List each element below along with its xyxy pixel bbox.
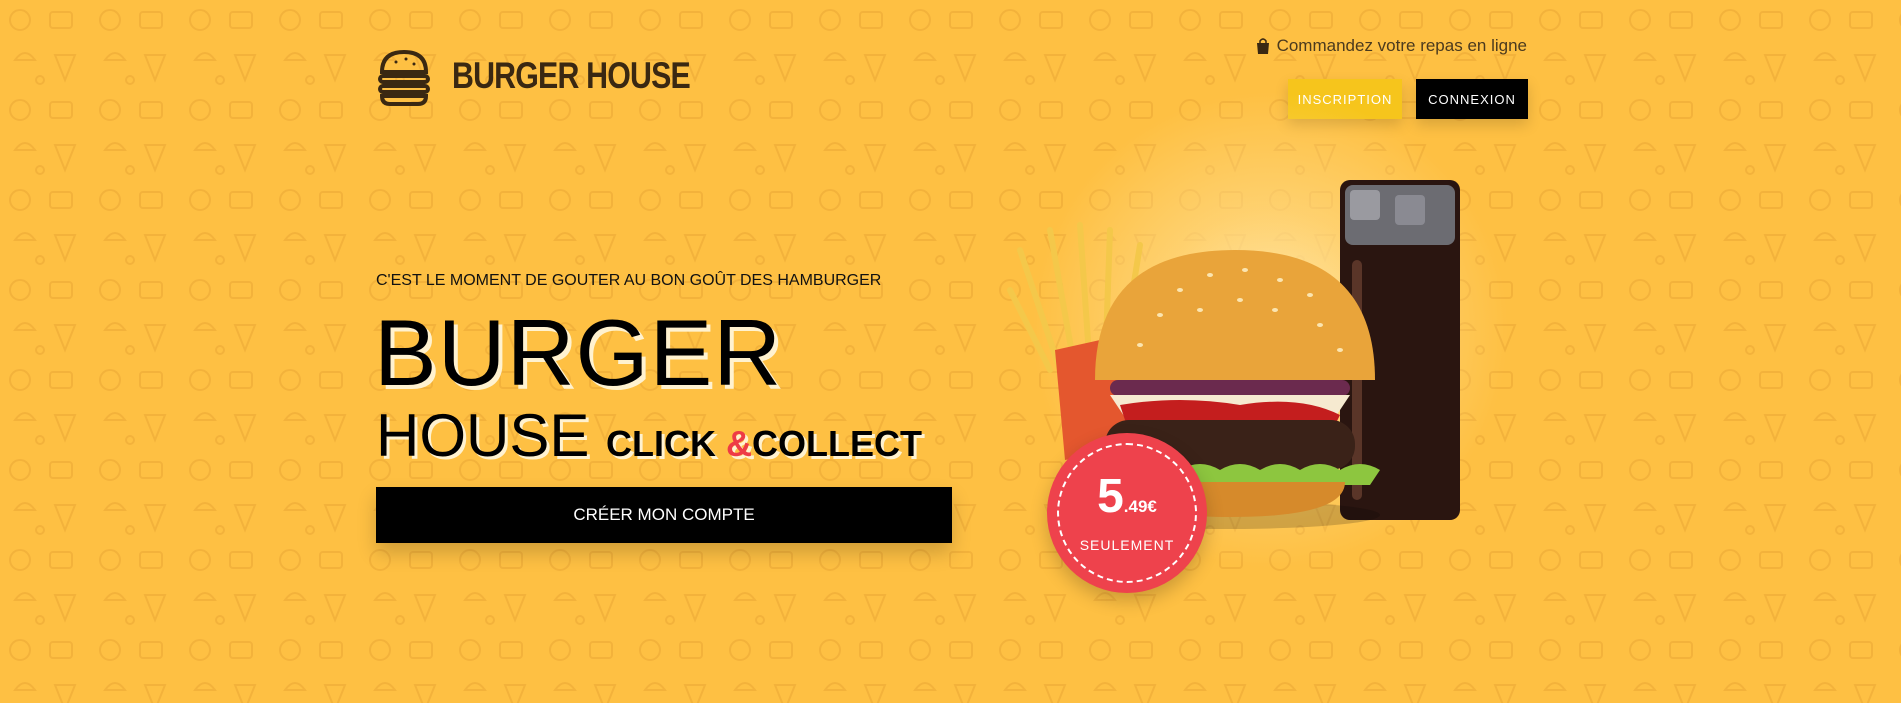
- shopping-bag-icon: [1256, 38, 1269, 54]
- hero-title-house: HOUSE: [376, 402, 590, 469]
- price-value: 5.49€: [1059, 473, 1195, 531]
- price-badge: 5.49€ SEULEMENT: [1047, 433, 1207, 593]
- connexion-button[interactable]: CONNEXION: [1416, 79, 1528, 119]
- price-main: 5: [1097, 470, 1124, 523]
- hero-tagline: C'EST LE MOMENT DE GOUTER AU BON GOÛT DE…: [376, 272, 882, 289]
- order-online-link[interactable]: Commandez votre repas en ligne: [1255, 36, 1527, 56]
- food-pattern-background: [0, 0, 1901, 703]
- price-badge-inner: 5.49€ SEULEMENT: [1057, 443, 1197, 583]
- click-collect-label: CLICK &COLLECT: [606, 423, 922, 464]
- brand-logo[interactable]: BURGER HOUSE: [376, 46, 742, 106]
- create-account-button[interactable]: CRÉER MON COMPTE: [376, 487, 952, 543]
- collect-text: COLLECT: [752, 423, 923, 464]
- brand-name: BURGER HOUSE: [452, 55, 691, 96]
- price-cents: .49€: [1123, 497, 1157, 516]
- hero-title-burger: BURGER: [374, 300, 783, 405]
- hero-title-line2: HOUSE CLICK &COLLECT: [376, 404, 922, 476]
- click-text: CLICK: [606, 423, 727, 464]
- order-online-text: Commandez votre repas en ligne: [1276, 36, 1527, 55]
- price-note: SEULEMENT: [1079, 537, 1175, 553]
- burger-logo-icon: [378, 49, 430, 106]
- ampersand: &: [726, 423, 753, 464]
